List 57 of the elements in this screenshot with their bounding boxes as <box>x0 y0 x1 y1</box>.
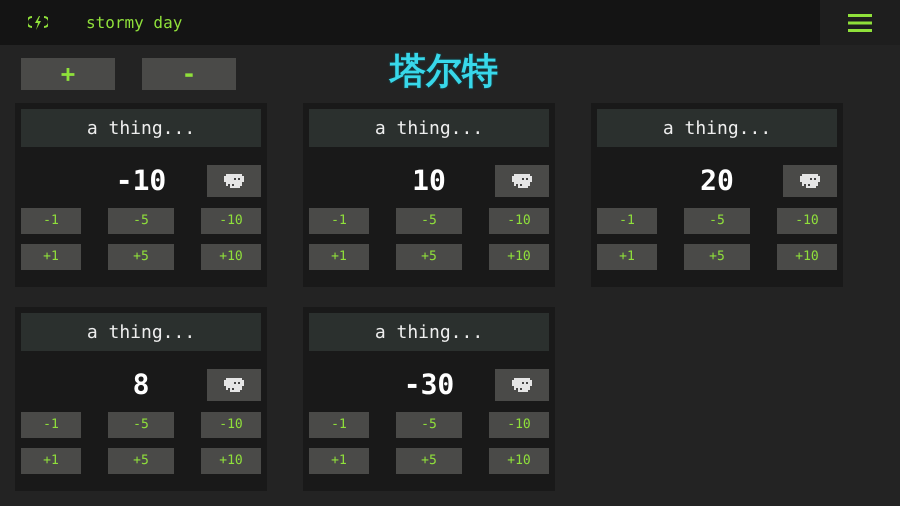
counter-value: -30 <box>404 371 454 399</box>
step-button[interactable]: -10 <box>201 412 261 438</box>
step-button[interactable]: -10 <box>489 412 549 438</box>
step-button[interactable]: -5 <box>108 208 174 234</box>
step-button[interactable]: -1 <box>309 412 369 438</box>
counter-name: a thing... <box>21 109 261 147</box>
step-button[interactable]: +5 <box>108 448 174 474</box>
reset-button[interactable] <box>495 369 549 401</box>
step-button[interactable]: -1 <box>597 208 657 234</box>
step-button[interactable]: +1 <box>21 448 81 474</box>
step-button[interactable]: -10 <box>201 208 261 234</box>
counter-name: a thing... <box>309 313 549 351</box>
step-button[interactable]: -10 <box>777 208 837 234</box>
step-button[interactable]: +1 <box>597 244 657 270</box>
counter-name: a thing... <box>21 313 261 351</box>
step-button[interactable]: -10 <box>489 208 549 234</box>
step-button[interactable]: -5 <box>396 412 462 438</box>
step-button[interactable]: +5 <box>108 244 174 270</box>
step-button[interactable]: +10 <box>201 448 261 474</box>
step-button[interactable]: +10 <box>777 244 837 270</box>
step-button[interactable]: +5 <box>396 448 462 474</box>
add-button[interactable]: + <box>21 58 115 90</box>
reset-button[interactable] <box>495 165 549 197</box>
counter-value: 10 <box>412 167 446 195</box>
remove-button[interactable]: - <box>142 58 236 90</box>
step-button[interactable]: +1 <box>309 244 369 270</box>
counter-name: a thing... <box>597 109 837 147</box>
skull-icon <box>224 378 244 392</box>
step-button[interactable]: +1 <box>21 244 81 270</box>
counter-value: 20 <box>700 167 734 195</box>
step-button[interactable]: -5 <box>108 412 174 438</box>
lightning-icon <box>28 14 48 32</box>
step-button[interactable]: -1 <box>309 208 369 234</box>
step-button[interactable]: +5 <box>396 244 462 270</box>
step-button[interactable]: -1 <box>21 412 81 438</box>
step-button[interactable]: +5 <box>684 244 750 270</box>
menu-icon <box>848 12 872 32</box>
menu-button[interactable] <box>820 0 900 45</box>
reset-button[interactable] <box>207 369 261 401</box>
skull-icon <box>512 174 532 188</box>
counter-value: 8 <box>132 371 150 399</box>
counter-name: a thing... <box>309 109 549 147</box>
skull-icon <box>224 174 244 188</box>
skull-icon <box>800 174 820 188</box>
step-button[interactable]: -5 <box>396 208 462 234</box>
reset-button[interactable] <box>783 165 837 197</box>
reset-button[interactable] <box>207 165 261 197</box>
skull-icon <box>512 378 532 392</box>
app-title: 塔尔特 <box>390 50 498 94</box>
step-button[interactable]: +1 <box>309 448 369 474</box>
step-button[interactable]: -5 <box>684 208 750 234</box>
counter-value: -10 <box>116 167 166 195</box>
step-button[interactable]: +10 <box>201 244 261 270</box>
step-button[interactable]: -1 <box>21 208 81 234</box>
step-button[interactable]: +10 <box>489 448 549 474</box>
step-button[interactable]: +10 <box>489 244 549 270</box>
weather-label: stormy day <box>86 12 182 34</box>
